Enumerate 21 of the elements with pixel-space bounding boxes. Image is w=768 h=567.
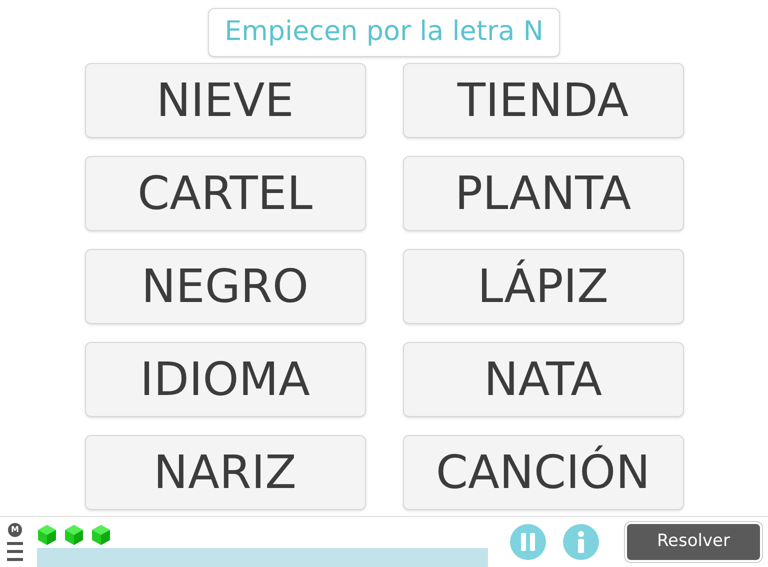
info-button[interactable] [563, 524, 599, 560]
gem-icon [91, 524, 111, 546]
info-icon [577, 531, 585, 553]
logo: M [8, 523, 22, 537]
word-card[interactable]: PLANTA [402, 156, 684, 231]
word-card[interactable]: TIENDA [402, 63, 684, 138]
solve-button[interactable]: Resolver [625, 522, 762, 562]
pause-icon [521, 533, 535, 551]
pause-button[interactable] [510, 524, 546, 560]
word-card[interactable]: CANCIÓN [402, 435, 684, 510]
gem-icon [37, 524, 57, 546]
prompt-label: Empiecen por la letra N [208, 8, 560, 57]
word-card[interactable]: NIEVE [84, 63, 366, 138]
menu-icon[interactable] [7, 541, 23, 561]
word-card[interactable]: NARIZ [84, 435, 366, 510]
word-card[interactable]: NATA [402, 342, 684, 417]
gem-icon [64, 524, 84, 546]
word-card[interactable]: IDIOMA [84, 342, 366, 417]
word-card[interactable]: CARTEL [84, 156, 366, 231]
word-card[interactable]: NEGRO [84, 249, 366, 324]
word-card[interactable]: LÁPIZ [402, 249, 684, 324]
